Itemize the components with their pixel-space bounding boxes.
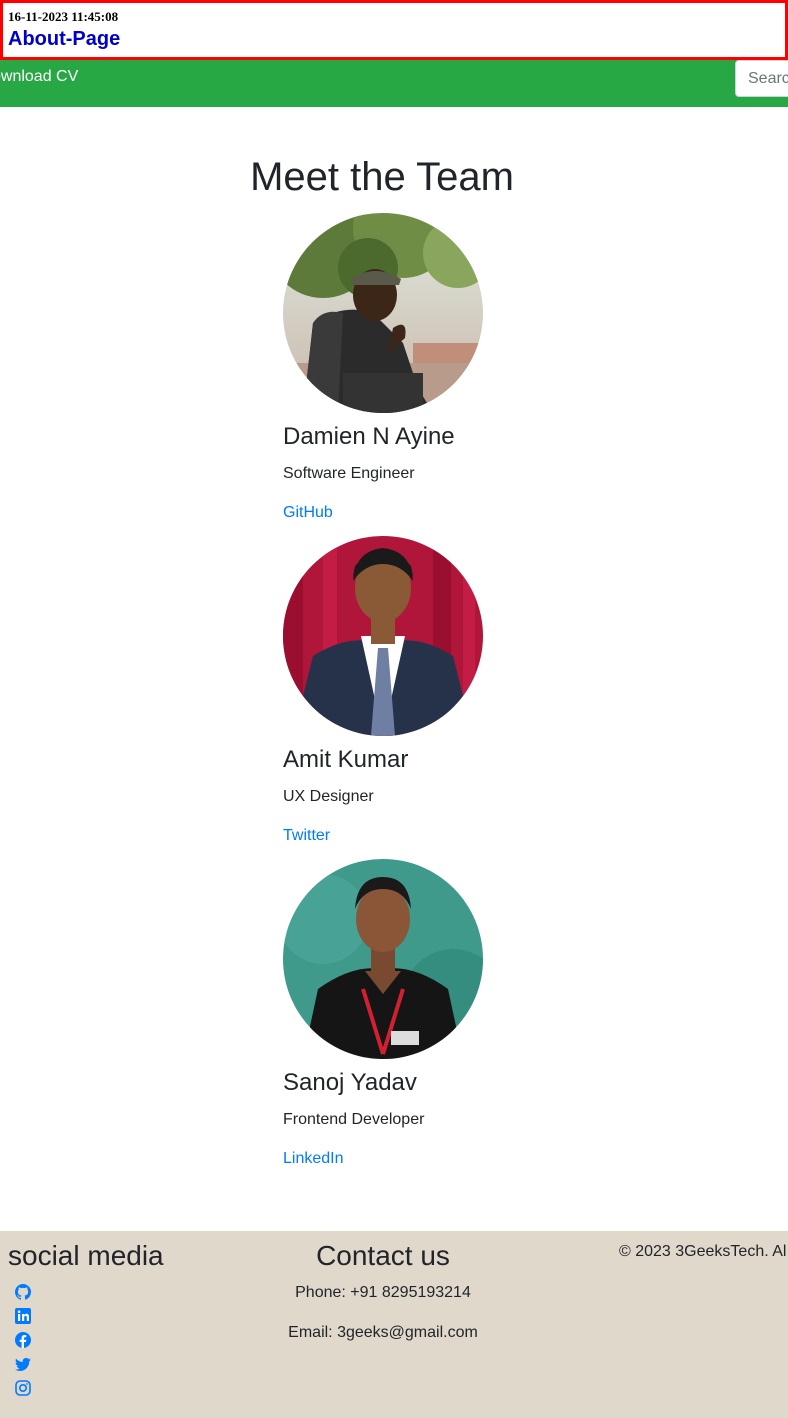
member-name: Sanoj Yadav <box>283 1069 417 1096</box>
contact-section: Contact us Phone: +91 8295193214 Email: … <box>283 1240 483 1342</box>
contact-phone: Phone: +91 8295193214 <box>295 1283 471 1301</box>
social-icons <box>15 1283 164 1396</box>
team-member-card: Amit Kumar UX Designer Twitter <box>283 536 583 845</box>
twitter-icon[interactable] <box>15 1356 31 1372</box>
social-media-section: social media <box>8 1240 164 1404</box>
member-photo <box>283 536 483 736</box>
member-name: Damien N Ayine <box>283 423 455 450</box>
member-name: Amit Kumar <box>283 746 409 773</box>
team-member-card: Sanoj Yadav Frontend Developer LinkedIn <box>283 859 583 1168</box>
social-heading: social media <box>8 1240 164 1271</box>
navbar: ownload CV <box>0 60 788 107</box>
member-photo <box>283 213 483 413</box>
team-heading: Meet the Team <box>250 155 514 199</box>
page-title: About-Page <box>8 28 121 50</box>
footer: social media Contact us Phone: +91 82951… <box>0 1231 788 1418</box>
download-cv-link[interactable]: ownload CV <box>0 68 78 86</box>
copyright: © 2023 3GeeksTech. Al <box>619 1243 787 1260</box>
contact-heading: Contact us <box>316 1240 450 1271</box>
github-icon[interactable] <box>15 1283 31 1300</box>
member-role: Frontend Developer <box>283 1110 425 1128</box>
member-role: Software Engineer <box>283 464 415 482</box>
member-linkedin-link[interactable]: LinkedIn <box>283 1149 344 1168</box>
timestamp: 16-11-2023 11:45:08 <box>8 9 119 24</box>
search-input[interactable] <box>735 60 788 97</box>
instagram-icon[interactable] <box>15 1379 31 1396</box>
contact-email: Email: 3geeks@gmail.com <box>288 1323 478 1341</box>
linkedin-icon[interactable] <box>15 1307 31 1324</box>
member-role: UX Designer <box>283 787 374 805</box>
top-banner: 16-11-2023 11:45:08 About-Page <box>0 0 788 60</box>
facebook-icon[interactable] <box>15 1331 31 1348</box>
member-github-link[interactable]: GitHub <box>283 503 333 522</box>
member-twitter-link[interactable]: Twitter <box>283 826 330 845</box>
member-photo <box>283 859 483 1059</box>
team-member-card: Damien N Ayine Software Engineer GitHub <box>283 213 583 522</box>
